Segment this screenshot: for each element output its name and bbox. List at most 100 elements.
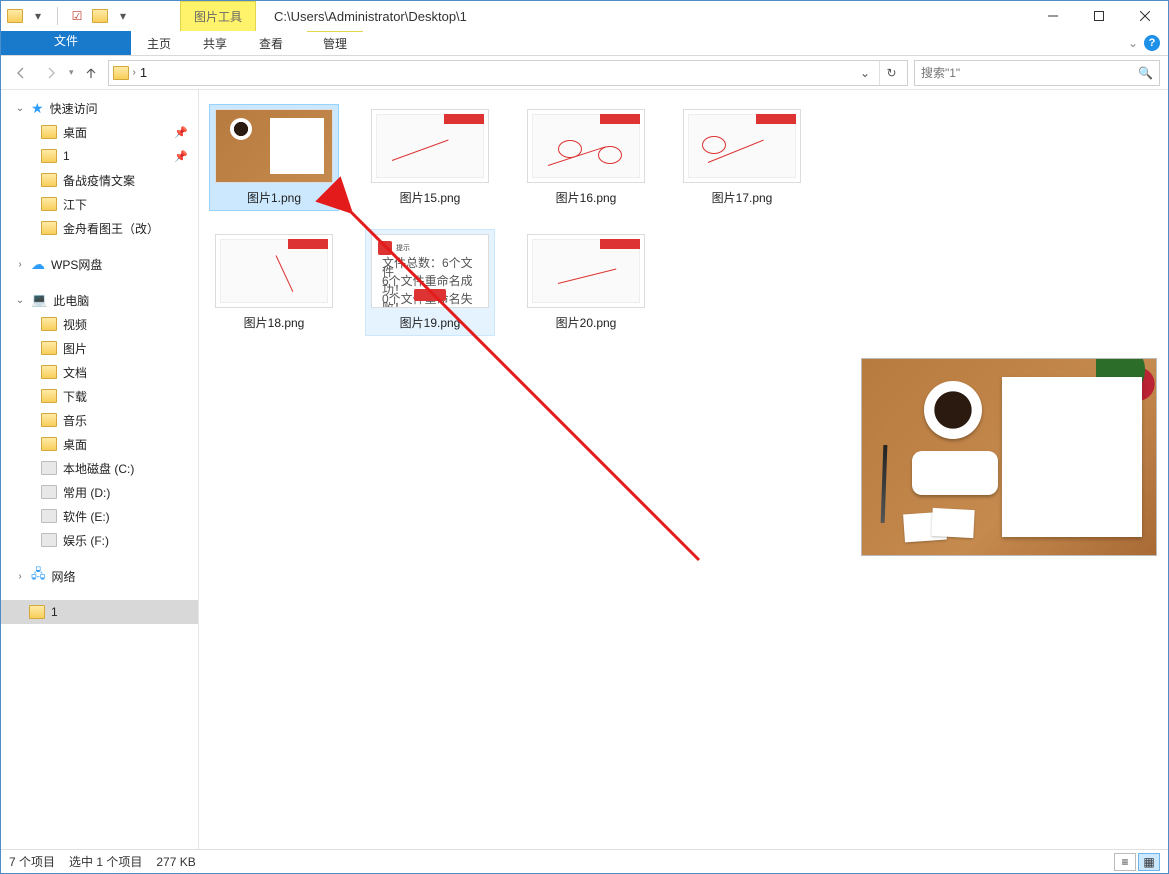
chevron-right-icon[interactable]: ›	[133, 67, 136, 78]
folder-icon	[41, 413, 57, 427]
folder-icon	[41, 365, 57, 379]
address-dropdown[interactable]: ⌄	[855, 66, 875, 80]
sidebar-item-1[interactable]: 1📌	[1, 144, 198, 168]
chevron-right-icon[interactable]: ›	[15, 571, 25, 582]
preview-image	[861, 358, 1157, 556]
folder-icon	[7, 9, 23, 23]
refresh-button[interactable]: ↻	[879, 61, 903, 85]
cloud-icon: ☁	[31, 256, 45, 273]
status-item-count: 7 个项目	[9, 853, 55, 870]
minimize-button[interactable]	[1030, 1, 1076, 31]
folder-icon	[41, 341, 57, 355]
file-item[interactable]: 图片15.png	[365, 104, 495, 211]
sidebar-item-folder[interactable]: 备战疫情文案	[1, 168, 198, 192]
tab-file[interactable]: 文件	[1, 31, 131, 55]
tab-view[interactable]: 查看	[243, 31, 299, 55]
sidebar-item-videos[interactable]: 视频	[1, 312, 198, 336]
sidebar-label: 快速访问	[50, 100, 98, 117]
nav-back-button[interactable]	[9, 61, 33, 85]
file-item[interactable]: 图片1.png	[209, 104, 339, 211]
file-item[interactable]: 图片18.png	[209, 229, 339, 336]
drive-icon	[41, 509, 57, 523]
file-item[interactable]: 提示 文件总数：6个文件 6个文件重命名成功！ 0个文件重命名失败！ 图片19.…	[365, 229, 495, 336]
navigation-pane: ⌄ ★ 快速访问 桌面📌 1📌 备战疫情文案 江下 金舟看图王（改） › ☁ W…	[1, 90, 199, 849]
folder-icon	[41, 173, 57, 187]
view-toggle: ≡ ▦	[1114, 853, 1160, 871]
properties-button[interactable]: ☑	[66, 5, 88, 27]
content-area: 图片1.png 图片15.png 图片16.png 图片17.png 图片18.	[199, 90, 1168, 849]
sidebar-item-downloads[interactable]: 下载	[1, 384, 198, 408]
tab-share[interactable]: 共享	[187, 31, 243, 55]
ribbon-collapse-icon[interactable]: ⌄	[1128, 36, 1138, 50]
folder-icon	[41, 125, 57, 139]
sidebar-item-pictures[interactable]: 图片	[1, 336, 198, 360]
sidebar-network[interactable]: › 🖧 网络	[1, 564, 198, 588]
tab-manage[interactable]: 管理	[307, 31, 363, 55]
file-item[interactable]: 图片17.png	[677, 104, 807, 211]
folder-icon	[113, 66, 129, 80]
nav-up-button[interactable]	[80, 62, 102, 84]
drive-icon	[41, 461, 57, 475]
file-label: 图片15.png	[400, 189, 461, 206]
qat-customize[interactable]: ▾	[112, 5, 134, 27]
thumbnail	[683, 109, 801, 183]
folder-icon	[41, 437, 57, 451]
help-icon[interactable]: ?	[1144, 35, 1160, 51]
search-input[interactable]	[921, 66, 1138, 80]
file-label: 图片20.png	[556, 314, 617, 331]
file-label: 图片1.png	[247, 189, 301, 206]
sidebar-quick-access[interactable]: ⌄ ★ 快速访问	[1, 96, 198, 120]
sidebar-item-drive-d[interactable]: 常用 (D:)	[1, 480, 198, 504]
drive-icon	[41, 533, 57, 547]
breadcrumb-segment[interactable]: 1	[140, 65, 147, 80]
view-details-button[interactable]: ≡	[1114, 853, 1136, 871]
pc-icon: 💻	[31, 292, 47, 308]
close-button[interactable]	[1122, 1, 1168, 31]
sidebar-item-desktop[interactable]: 桌面📌	[1, 120, 198, 144]
folder-icon	[41, 197, 57, 211]
sidebar-item-drive-e[interactable]: 软件 (E:)	[1, 504, 198, 528]
chevron-down-icon[interactable]: ⌄	[15, 103, 25, 114]
pin-icon: 📌	[174, 150, 188, 163]
search-box[interactable]: 🔍	[914, 60, 1160, 86]
tab-home[interactable]: 主页	[131, 31, 187, 55]
thumbnail	[215, 234, 333, 308]
sidebar-item-drive-f[interactable]: 娱乐 (F:)	[1, 528, 198, 552]
sidebar-item-folder[interactable]: 江下	[1, 192, 198, 216]
file-item[interactable]: 图片20.png	[521, 229, 651, 336]
sidebar-item-folder[interactable]: 金舟看图王（改）	[1, 216, 198, 240]
chevron-right-icon[interactable]: ›	[15, 259, 25, 270]
title-bar: ▾ ☑ ▾ 图片工具 C:\Users\Administrator\Deskto…	[1, 1, 1168, 31]
sidebar-wps[interactable]: › ☁ WPS网盘	[1, 252, 198, 276]
file-label: 图片16.png	[556, 189, 617, 206]
search-icon[interactable]: 🔍	[1138, 66, 1153, 80]
status-bar: 7 个项目 选中 1 个项目 277 KB ≡ ▦	[1, 849, 1168, 873]
folder-icon	[41, 389, 57, 403]
thumbnail	[527, 234, 645, 308]
navigation-bar: ▾ › 1 ⌄ ↻ 🔍	[1, 56, 1168, 90]
sidebar-item-drive-c[interactable]: 本地磁盘 (C:)	[1, 456, 198, 480]
preview-pane	[850, 90, 1168, 849]
sidebar-item-documents[interactable]: 文档	[1, 360, 198, 384]
thumbnail	[215, 109, 333, 183]
pin-icon: 📌	[174, 126, 188, 139]
qat-dropdown[interactable]: ▾	[27, 5, 49, 27]
file-item[interactable]: 图片16.png	[521, 104, 651, 211]
sidebar-item-music[interactable]: 音乐	[1, 408, 198, 432]
nav-forward-button[interactable]	[39, 61, 63, 85]
thumbnail	[527, 109, 645, 183]
file-label: 图片17.png	[712, 189, 773, 206]
chevron-down-icon[interactable]: ⌄	[15, 295, 25, 306]
folder-icon	[41, 149, 57, 163]
sidebar-this-pc[interactable]: ⌄ 💻 此电脑	[1, 288, 198, 312]
folder-icon	[29, 605, 45, 619]
new-folder-button[interactable]	[92, 9, 108, 23]
drive-icon	[41, 485, 57, 499]
sidebar-item-desktop[interactable]: 桌面	[1, 432, 198, 456]
address-bar[interactable]: › 1 ⌄ ↻	[108, 60, 908, 86]
sidebar-current-folder[interactable]: 1	[1, 600, 198, 624]
file-list[interactable]: 图片1.png 图片15.png 图片16.png 图片17.png 图片18.	[199, 90, 850, 849]
maximize-button[interactable]	[1076, 1, 1122, 31]
nav-history-dropdown[interactable]: ▾	[69, 67, 74, 78]
view-thumbnails-button[interactable]: ▦	[1138, 853, 1160, 871]
